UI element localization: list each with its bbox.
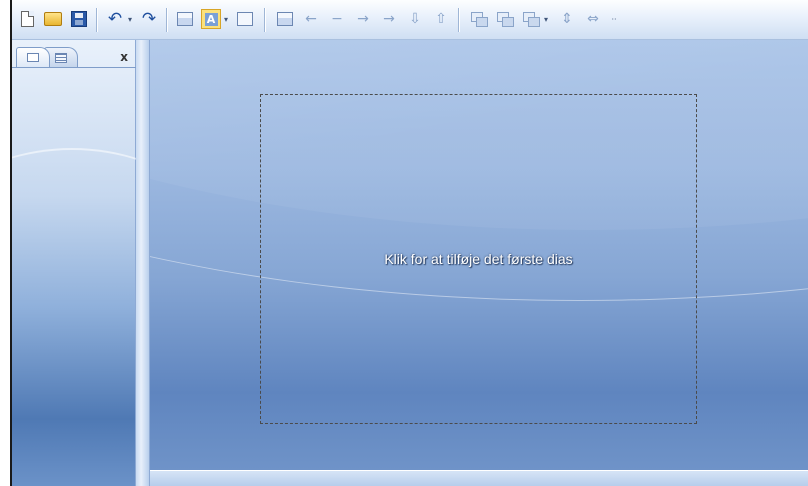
quick-access-toolbar: ↶ ▾ ↷ A ▾ ← − → → ⇩ ⇧ ▾ ⇕ ⇔ ·· (12, 0, 808, 40)
redo-icon[interactable]: ↷ (138, 8, 160, 30)
toolbar-separator (166, 8, 167, 32)
arrow-up-bar-icon[interactable]: ⇧ (430, 8, 452, 30)
close-pane-button[interactable]: x (120, 50, 128, 64)
pane-splitter[interactable] (136, 40, 150, 486)
placeholder-text: Klik for at tilføje det første dias (384, 251, 573, 267)
new-document-icon[interactable] (16, 8, 38, 30)
undo-dropdown-icon[interactable]: ▾ (124, 8, 136, 30)
pane-tabs: x (12, 44, 136, 68)
minus-icon[interactable]: − (326, 8, 348, 30)
toolbar-separator (458, 8, 459, 32)
more-icon[interactable]: ·· (606, 8, 622, 30)
slide-workspace: Klik for at tilføje det første dias (150, 40, 808, 470)
text-box-dropdown-icon[interactable]: ▾ (220, 8, 232, 30)
slides-outline-pane: x (12, 40, 136, 486)
arrow-left-icon[interactable]: ← (300, 8, 322, 30)
open-folder-icon[interactable] (42, 8, 64, 30)
arrow-right-icon[interactable]: → (352, 8, 374, 30)
group-icon[interactable] (520, 8, 542, 30)
outline-tab-icon (55, 52, 67, 63)
pane-background (12, 68, 136, 486)
add-first-slide-placeholder[interactable]: Klik for at tilføje det første dias (260, 94, 697, 424)
group-dropdown-icon[interactable]: ▾ (540, 8, 552, 30)
toolbar-separator (96, 8, 97, 32)
toolbar-separator (264, 8, 265, 32)
align-icon[interactable]: ⇕ (556, 8, 578, 30)
horizontal-splitter[interactable] (150, 470, 808, 486)
slides-tab-icon (27, 53, 39, 62)
text-box-icon[interactable]: A (200, 8, 222, 30)
arrow-right-small-icon[interactable]: → (378, 8, 400, 30)
save-icon[interactable] (68, 8, 90, 30)
bring-forward-icon[interactable] (468, 8, 490, 30)
application-window: ↶ ▾ ↷ A ▾ ← − → → ⇩ ⇧ ▾ ⇕ ⇔ ·· x Klik fo… (10, 0, 808, 486)
notes-icon[interactable] (274, 8, 296, 30)
undo-icon[interactable]: ↶ (104, 8, 126, 30)
arrow-down-bar-icon[interactable]: ⇩ (404, 8, 426, 30)
layout-icon[interactable] (174, 8, 196, 30)
distribute-icon[interactable]: ⇔ (582, 8, 604, 30)
tab-slides[interactable] (16, 47, 50, 67)
picture-frame-icon[interactable] (234, 8, 256, 30)
send-backward-icon[interactable] (494, 8, 516, 30)
